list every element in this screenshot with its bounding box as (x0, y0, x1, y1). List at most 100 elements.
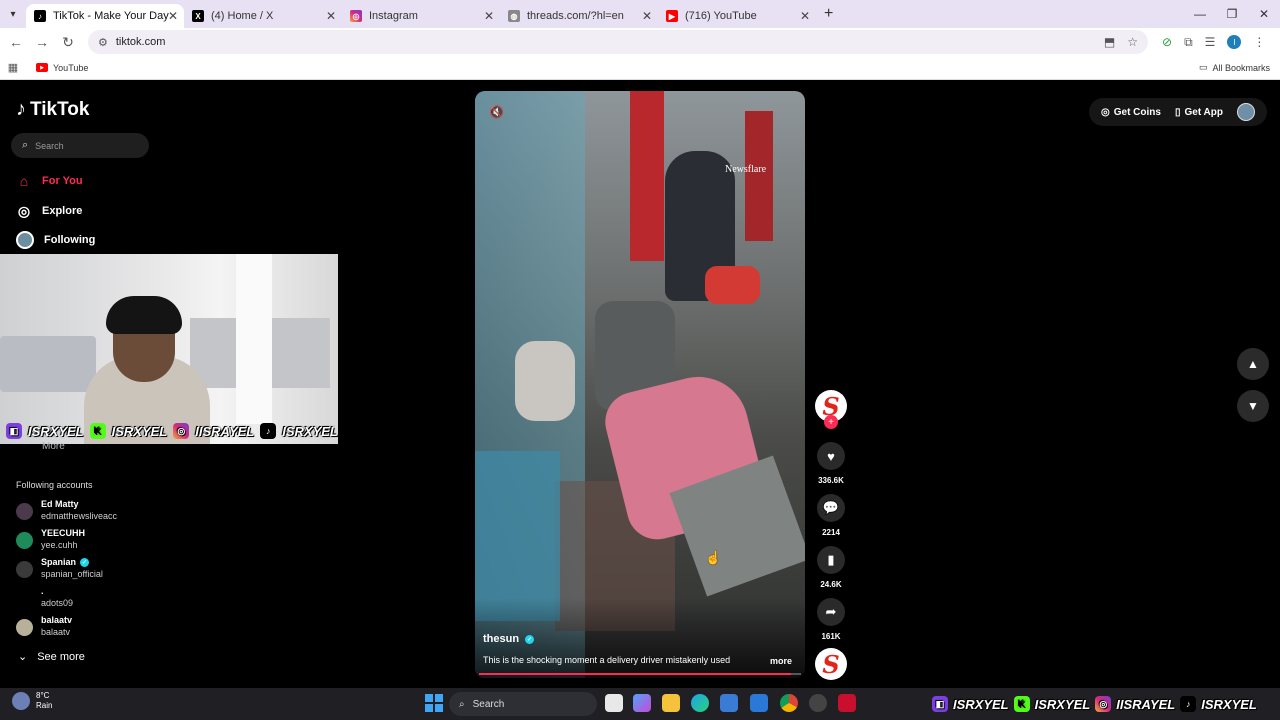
bookmark-star-icon[interactable]: ☆ (1127, 35, 1138, 49)
like-button[interactable]: ♥ (817, 442, 845, 470)
search-input[interactable]: ⌕ Search (11, 133, 149, 158)
profile-avatar[interactable]: I (1227, 35, 1242, 49)
task-view-icon[interactable] (605, 694, 623, 712)
back-icon[interactable]: ← (4, 30, 28, 54)
adobe-icon[interactable] (838, 694, 856, 712)
site-info-icon[interactable]: ⚙ (98, 36, 108, 49)
sound-disc[interactable]: S (815, 648, 847, 680)
previous-video-button[interactable]: ▲ (1237, 348, 1269, 380)
video-progress-bar[interactable] (479, 673, 801, 675)
folder-icon: ▭ (1198, 62, 1208, 72)
get-coins-button[interactable]: ◎ Get Coins (1101, 107, 1161, 118)
verified-icon: ✓ (80, 557, 90, 567)
volume-icon[interactable]: 🔇 (489, 105, 504, 119)
account-name: balaatv (41, 615, 73, 625)
video-scene-scooter (515, 341, 575, 421)
video-scene-blue-cart (475, 451, 560, 621)
see-more-button[interactable]: ⌄ See more (18, 650, 85, 664)
video-watermark: Newsflare (725, 164, 767, 175)
chrome-icon[interactable] (780, 694, 798, 712)
close-window-icon[interactable]: ✕ (1248, 0, 1280, 28)
address-bar-row: ← → ↻ ⚙ tiktok.com ⬒ ☆ ⊘ ⧉ ☰ I ⋮ (0, 28, 1280, 56)
comment-count: 2214 (822, 528, 840, 537)
close-icon[interactable]: ✕ (484, 9, 494, 23)
tiktok-logo[interactable]: ♪ TikTok (16, 98, 89, 121)
user-avatar[interactable] (1237, 103, 1255, 121)
nav-explore[interactable]: ◎ Explore (16, 203, 82, 219)
all-bookmarks-button[interactable]: ▭ All Bookmarks (1199, 62, 1270, 73)
tab-x[interactable]: X (4) Home / X ✕ (184, 4, 342, 28)
tab-search-button[interactable]: ▾ (0, 0, 26, 28)
get-app-button[interactable]: ▯ Get App (1175, 107, 1223, 118)
copilot-icon[interactable] (633, 694, 651, 712)
account-item[interactable]: YEECUHH yee.cuhh (16, 528, 166, 554)
extensions-icon[interactable]: ⧉ (1184, 35, 1193, 50)
webcam-door (236, 254, 272, 424)
close-icon[interactable]: ✕ (326, 9, 336, 23)
new-tab-icon[interactable]: + (824, 5, 833, 23)
comment-button[interactable]: 💬 (817, 494, 845, 522)
save-button[interactable]: ▮ (817, 546, 845, 574)
windows-start-icon[interactable] (425, 694, 443, 712)
share-arrow-icon: ➦ (825, 604, 837, 619)
account-name-row: Spanian ✓ (41, 557, 90, 567)
mail-icon[interactable] (750, 694, 768, 712)
restore-icon[interactable]: ❐ (1216, 0, 1248, 28)
like-count: 336.6K (818, 476, 844, 485)
reading-list-icon[interactable]: ☰ (1205, 35, 1216, 49)
close-icon[interactable]: ✕ (642, 9, 652, 23)
account-item[interactable]: balaatv balaatv (16, 615, 166, 641)
search-icon: ⌕ (459, 698, 465, 710)
weather-widget[interactable]: 8°C Rain (12, 691, 52, 711)
logo-text: TikTok (30, 98, 90, 120)
video-player[interactable]: Newsflare 🔇 thesun ✓ This is the shockin… (475, 91, 805, 678)
account-item[interactable]: Spanian ✓ spanian_official (16, 557, 166, 583)
extension-green-icon[interactable]: ⊘ (1162, 35, 1172, 49)
following-accounts-title: Following accounts (16, 480, 93, 490)
close-icon[interactable]: ✕ (168, 9, 178, 23)
account-item[interactable]: . adots09 (16, 586, 166, 612)
tab-youtube[interactable]: ▶ (716) YouTube ✕ (658, 4, 816, 28)
close-icon[interactable]: ✕ (800, 9, 810, 23)
following-avatar (16, 231, 34, 249)
account-item[interactable]: Ed Matty edmatthewsliveacc (16, 499, 166, 525)
stream-handle: IISRAYEL (195, 423, 255, 439)
tab-threads[interactable]: ◍ threads.com/?hl=en ✕ (500, 4, 658, 28)
save-count: 24.6K (820, 580, 842, 589)
obs-icon[interactable] (809, 694, 827, 712)
tiktok-icon: ♪ (34, 10, 46, 22)
account-name: . (41, 586, 44, 596)
taskbar-search-label: Search (472, 698, 505, 710)
edge-icon[interactable] (691, 694, 709, 712)
caption-more-button[interactable]: more (770, 656, 792, 666)
tab-instagram[interactable]: ◎ Instagram ✕ (342, 4, 500, 28)
account-handle: adots09 (41, 598, 74, 608)
next-video-button[interactable]: ▼ (1237, 390, 1269, 422)
file-explorer-icon[interactable] (662, 694, 680, 712)
tab-title: (716) YouTube (685, 10, 757, 22)
stream-handle: ISRXYEL (282, 423, 338, 439)
store-icon[interactable] (720, 694, 738, 712)
taskbar-search[interactable]: ⌕ Search (449, 692, 597, 716)
video-scene-red-banner (630, 91, 664, 261)
tab-tiktok[interactable]: ♪ TikTok - Make Your Day ✕ (26, 4, 184, 28)
follow-plus-icon[interactable]: + (824, 415, 838, 429)
account-name: YEECUHH (41, 528, 86, 538)
video-scene-red-banner (745, 111, 773, 241)
reload-icon[interactable]: ↻ (56, 30, 80, 54)
share-button[interactable]: ➦ (817, 598, 845, 626)
weather-temp: 8°C (36, 691, 50, 700)
verified-icon: ✓ (525, 634, 535, 644)
sidebar-more[interactable]: More (42, 441, 65, 452)
menu-icon[interactable]: ⋮ (1253, 35, 1265, 49)
forward-icon[interactable]: → (30, 30, 54, 54)
nav-following[interactable]: Following (16, 231, 95, 249)
apps-grid-icon[interactable]: ▦ (0, 61, 26, 74)
minimize-icon[interactable]: — (1184, 0, 1216, 28)
video-author[interactable]: thesun ✓ (483, 633, 535, 645)
url-field[interactable]: ⚙ tiktok.com ⬒ ☆ (88, 30, 1148, 54)
instagram-icon: ◎ (1095, 696, 1112, 712)
nav-for-you[interactable]: ⌂ For You (16, 173, 83, 189)
install-app-icon[interactable]: ⬒ (1104, 35, 1115, 49)
bookmark-youtube[interactable]: ▶ YouTube (36, 63, 88, 73)
